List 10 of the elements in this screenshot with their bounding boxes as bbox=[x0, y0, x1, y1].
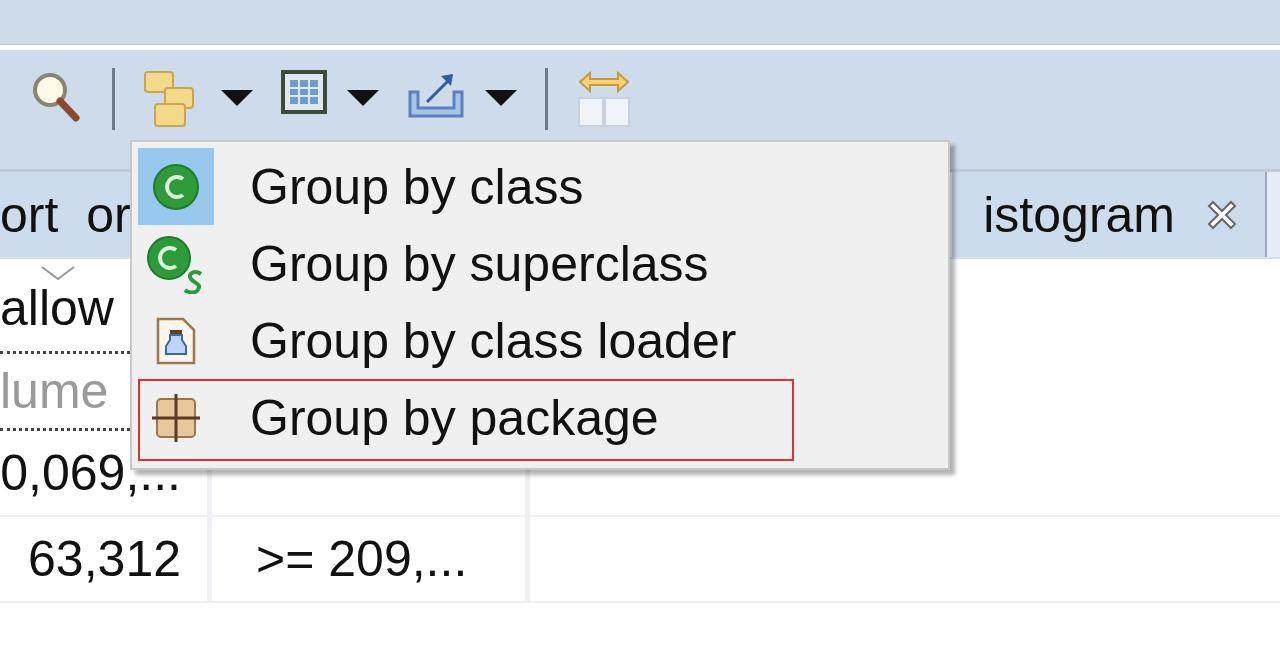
editor-tab[interactable]: istogram bbox=[952, 172, 1267, 257]
package-icon bbox=[151, 392, 201, 443]
table-cell: 63,312 bbox=[0, 517, 212, 601]
document-icon bbox=[155, 315, 197, 366]
caret-icon[interactable] bbox=[221, 90, 253, 108]
class-icon bbox=[151, 161, 201, 212]
caret-icon[interactable] bbox=[485, 90, 517, 108]
calculator-icon[interactable] bbox=[281, 70, 327, 114]
table-cell: >= 209,... bbox=[212, 517, 530, 601]
caret-icon[interactable] bbox=[347, 90, 379, 108]
